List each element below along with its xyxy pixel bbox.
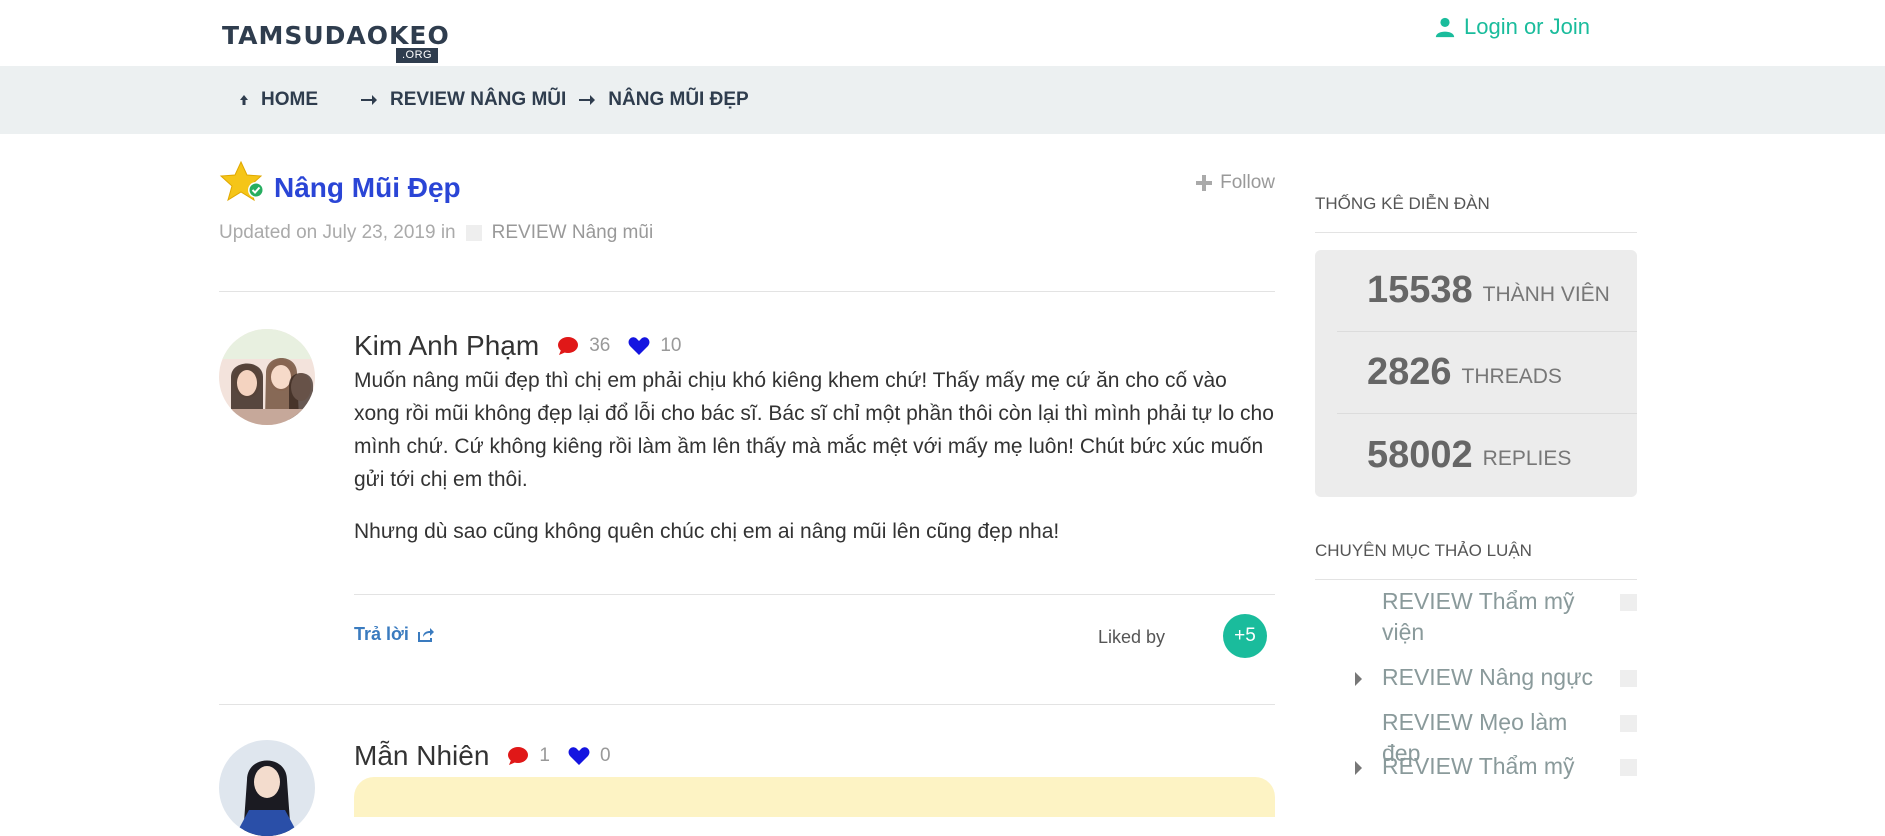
forum-stats-heading: THỐNG KÊ DIỄN ĐÀN xyxy=(1315,194,1637,233)
stat-value: 2826 xyxy=(1367,351,1452,393)
stat-label: THÀNH VIÊN xyxy=(1482,282,1610,306)
category-color-icon xyxy=(1620,594,1637,611)
comment-count: 36 xyxy=(557,335,610,357)
breadcrumb-review-nang-mui[interactable]: REVIEW NÂNG MŨI xyxy=(390,89,566,111)
stat-label: THREADS xyxy=(1461,364,1562,388)
stat-label: REPLIES xyxy=(1482,447,1572,470)
breadcrumb: HOME REVIEW NÂNG MŨI NÂNG MŨI ĐẸP xyxy=(239,66,749,134)
stat-threads: 2826 THREADS xyxy=(1337,332,1637,414)
heart-icon xyxy=(568,747,590,765)
post-paragraph: Nhưng dù sao cũng không quên chúc chị em… xyxy=(354,520,1060,543)
comment-count: 1 xyxy=(507,745,550,767)
site-logo[interactable]: TAMSUDAOKEO .ORG xyxy=(222,21,450,63)
updated-text: Updated on July 23, 2019 in xyxy=(219,222,456,243)
follow-label: Follow xyxy=(1220,172,1275,193)
post-author-row: Mẫn Nhiên 1 0 xyxy=(354,740,611,772)
login-link[interactable]: Login or Join xyxy=(1434,14,1590,40)
post-paragraph: Muốn nâng mũi đẹp thì chị em phải chịu k… xyxy=(354,369,1274,491)
category-label: REVIEW Thẩm mỹ viện xyxy=(1382,588,1575,645)
stat-value: 58002 xyxy=(1367,433,1473,476)
like-count-value: 0 xyxy=(599,745,611,766)
expand-caret-icon[interactable] xyxy=(1355,761,1362,775)
comment-icon xyxy=(558,337,579,355)
category-label: REVIEW Nâng ngực xyxy=(1382,664,1593,690)
home-arrow-icon xyxy=(240,95,248,105)
divider xyxy=(219,291,1275,292)
avatar[interactable] xyxy=(219,462,315,558)
stat-replies: 58002 REPLIES xyxy=(1337,414,1637,496)
stat-value: 15538 xyxy=(1367,269,1473,311)
post-footer: Trả lời Liked by +5 xyxy=(354,614,1275,674)
divider xyxy=(354,594,1275,595)
comment-count-value: 1 xyxy=(539,745,550,766)
star-badge-icon xyxy=(219,160,264,202)
share-icon xyxy=(417,627,434,642)
breadcrumb-current[interactable]: NÂNG MŨI ĐẸP xyxy=(608,89,748,111)
like-count-value: 10 xyxy=(660,335,682,356)
expand-caret-icon[interactable] xyxy=(1355,672,1362,686)
post-body: Muốn nâng mũi đẹp thì chị em phải chịu k… xyxy=(354,364,1275,567)
quote-box xyxy=(354,777,1275,817)
site-header: TAMSUDAOKEO .ORG Login or Join xyxy=(0,0,1885,66)
liked-by-count-badge[interactable]: +5 xyxy=(1223,614,1267,658)
category-color-icon xyxy=(1620,759,1637,776)
comment-count-value: 36 xyxy=(589,335,611,356)
plus-icon xyxy=(1196,175,1213,191)
avatar[interactable] xyxy=(219,740,315,836)
logo-domain: .ORG xyxy=(396,48,439,63)
stat-members: 15538 THÀNH VIÊN xyxy=(1337,250,1637,332)
follow-button[interactable]: Follow xyxy=(1196,172,1275,194)
category-color-icon xyxy=(465,225,482,241)
post-author-row: Kim Anh Phạm 36 10 xyxy=(354,330,681,362)
breadcrumb-bar: HOME REVIEW NÂNG MŨI NÂNG MŨI ĐẸP xyxy=(0,66,1885,134)
comment-icon xyxy=(508,747,529,765)
forum-stats-box: 15538 THÀNH VIÊN 2826 THREADS 58002 REPL… xyxy=(1315,250,1637,497)
category-link[interactable]: REVIEW Nâng mũi xyxy=(492,222,654,244)
login-label: Login or Join xyxy=(1464,14,1590,39)
breadcrumb-home[interactable]: HOME xyxy=(261,89,318,111)
like-count: 10 xyxy=(628,335,681,357)
category-color-icon xyxy=(1620,670,1637,687)
heart-icon xyxy=(628,337,650,355)
avatar-photo xyxy=(219,329,315,425)
category-color-icon xyxy=(1620,715,1637,732)
avatar-photo xyxy=(219,740,315,836)
topic-title: Nâng Mũi Đẹp xyxy=(274,172,461,203)
divider xyxy=(219,704,1275,705)
category-label: REVIEW Thẩm mỹ xyxy=(1382,753,1575,779)
logo-text: TAMSUDAOKEO xyxy=(222,21,450,50)
topic-meta: Updated on July 23, 2019 in REVIEW Nâng … xyxy=(219,222,653,244)
topic-header: Nâng Mũi Đẹp Follow xyxy=(219,160,1275,220)
arrow-right-icon xyxy=(361,95,377,105)
reply-label: Trả lời xyxy=(354,624,409,644)
user-icon xyxy=(1435,17,1455,38)
arrow-right-icon xyxy=(579,95,596,105)
author-name[interactable]: Kim Anh Phạm xyxy=(354,330,539,362)
liked-by-label: Liked by xyxy=(1097,627,1165,647)
author-name[interactable]: Mẫn Nhiên xyxy=(354,740,489,772)
like-count: 0 xyxy=(568,745,611,767)
avatar[interactable] xyxy=(219,329,315,425)
categories-heading: CHUYÊN MỤC THẢO LUẬN xyxy=(1315,541,1637,580)
reply-button[interactable]: Trả lời xyxy=(354,624,435,645)
